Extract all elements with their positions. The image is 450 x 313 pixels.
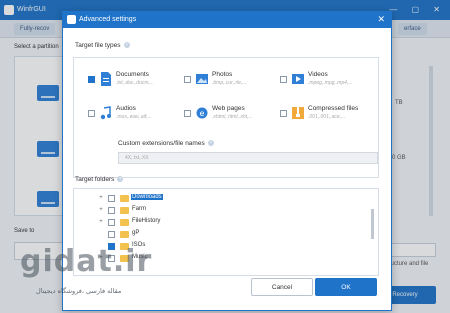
cancel-button[interactable]: Cancel [251, 278, 313, 296]
folder-icon [120, 207, 129, 214]
dialog-titlebar: Advanced settings ✕ [63, 12, 391, 28]
watermark: gidat.ir مقاله فارسی ،فروشگاه دیجیتال [20, 244, 170, 304]
expand-icon[interactable]: + [98, 195, 104, 201]
file-type-documents[interactable]: Documents .txt,.doc,.docm,... [88, 70, 183, 92]
target-file-types-text: Target file types [75, 42, 121, 49]
file-type-compressed[interactable]: Compressed files .001,.001,.ace,... [280, 104, 375, 126]
file-type-name: Audios [116, 105, 136, 112]
close-icon[interactable]: ✕ [377, 14, 385, 25]
file-type-web-pages[interactable]: e Web pages .xhtml,.html,.xht,... [184, 104, 279, 126]
help-icon[interactable]: ? [207, 140, 214, 147]
expand-icon[interactable]: + [98, 207, 104, 213]
file-type-name: Compressed files [308, 105, 359, 112]
folder-label[interactable]: Farm [131, 206, 147, 212]
compressed-checkbox[interactable] [280, 110, 287, 117]
file-type-extensions: .001,.001,.ace,... [308, 114, 346, 120]
ok-button[interactable]: OK [315, 278, 377, 296]
file-type-name: Documents [116, 71, 149, 78]
target-file-types-label: Target file types? [75, 42, 130, 49]
photo-icon [196, 74, 208, 84]
folder-tree-scrollbar[interactable] [371, 209, 374, 239]
help-icon[interactable]: ? [117, 176, 124, 183]
compressed-file-icon [292, 107, 304, 119]
folder-checkbox[interactable] [108, 231, 115, 238]
file-type-extensions: .mpeg,.mpg,.mp4,... [308, 80, 353, 86]
tree-row[interactable]: + Farm [74, 205, 354, 216]
expand-icon[interactable]: + [98, 219, 104, 225]
file-types-panel: Documents .txt,.doc,.docm,... Photos .bm… [73, 57, 379, 197]
document-icon [101, 72, 111, 86]
folder-icon [120, 219, 129, 226]
file-type-extensions: .bmp,.cur,.rle,... [212, 80, 247, 86]
web-pages-checkbox[interactable] [184, 110, 191, 117]
custom-extensions-input[interactable]: 4X, txt,.XX [118, 152, 378, 164]
dialog-title: Advanced settings [79, 16, 137, 23]
folder-icon [120, 195, 129, 202]
folder-label[interactable]: Downloads [131, 194, 163, 200]
tree-row[interactable]: + FileHistory [74, 217, 354, 228]
web-page-icon: e [196, 107, 208, 119]
videos-checkbox[interactable] [280, 76, 287, 83]
file-type-videos[interactable]: Videos .mpeg,.mpg,.mp4,... [280, 70, 375, 92]
file-type-name: Videos [308, 71, 328, 78]
app-logo-icon [67, 15, 76, 24]
file-type-name: Photos [212, 71, 233, 78]
watermark-logo: gidat.ir [20, 244, 153, 279]
folder-checkbox[interactable] [108, 207, 115, 214]
file-type-photos[interactable]: Photos .bmp,.cur,.rle,... [184, 70, 279, 92]
file-type-extensions: .mus,.wav,.aif,... [116, 114, 152, 120]
custom-extensions-text: Custom extensions/file names [118, 140, 205, 147]
target-folders-label: Target folders? [75, 176, 124, 183]
folder-checkbox[interactable] [108, 219, 115, 226]
target-folders-text: Target folders [75, 176, 115, 183]
audio-icon [100, 106, 111, 120]
documents-checkbox[interactable] [88, 76, 95, 83]
help-icon[interactable]: ? [123, 42, 130, 49]
watermark-subtitle: مقاله فارسی ،فروشگاه دیجیتال [36, 287, 122, 295]
custom-extensions-label: Custom extensions/file names? [118, 140, 214, 147]
folder-label[interactable]: FileHistory [131, 218, 161, 224]
folder-checkbox[interactable] [108, 195, 115, 202]
folder-icon [120, 231, 129, 238]
tree-row[interactable]: gP [74, 229, 354, 240]
file-type-extensions: .txt,.doc,.docm,... [116, 80, 155, 86]
file-type-audios[interactable]: Audios .mus,.wav,.aif,... [88, 104, 183, 126]
folder-label[interactable]: gP [131, 230, 140, 236]
audios-checkbox[interactable] [88, 110, 95, 117]
svg-text:e: e [200, 109, 205, 118]
file-type-name: Web pages [212, 105, 245, 112]
tree-row[interactable]: + Downloads [74, 193, 354, 204]
file-type-extensions: .xhtml,.html,.xht,... [212, 114, 253, 120]
video-icon [292, 74, 304, 84]
photos-checkbox[interactable] [184, 76, 191, 83]
